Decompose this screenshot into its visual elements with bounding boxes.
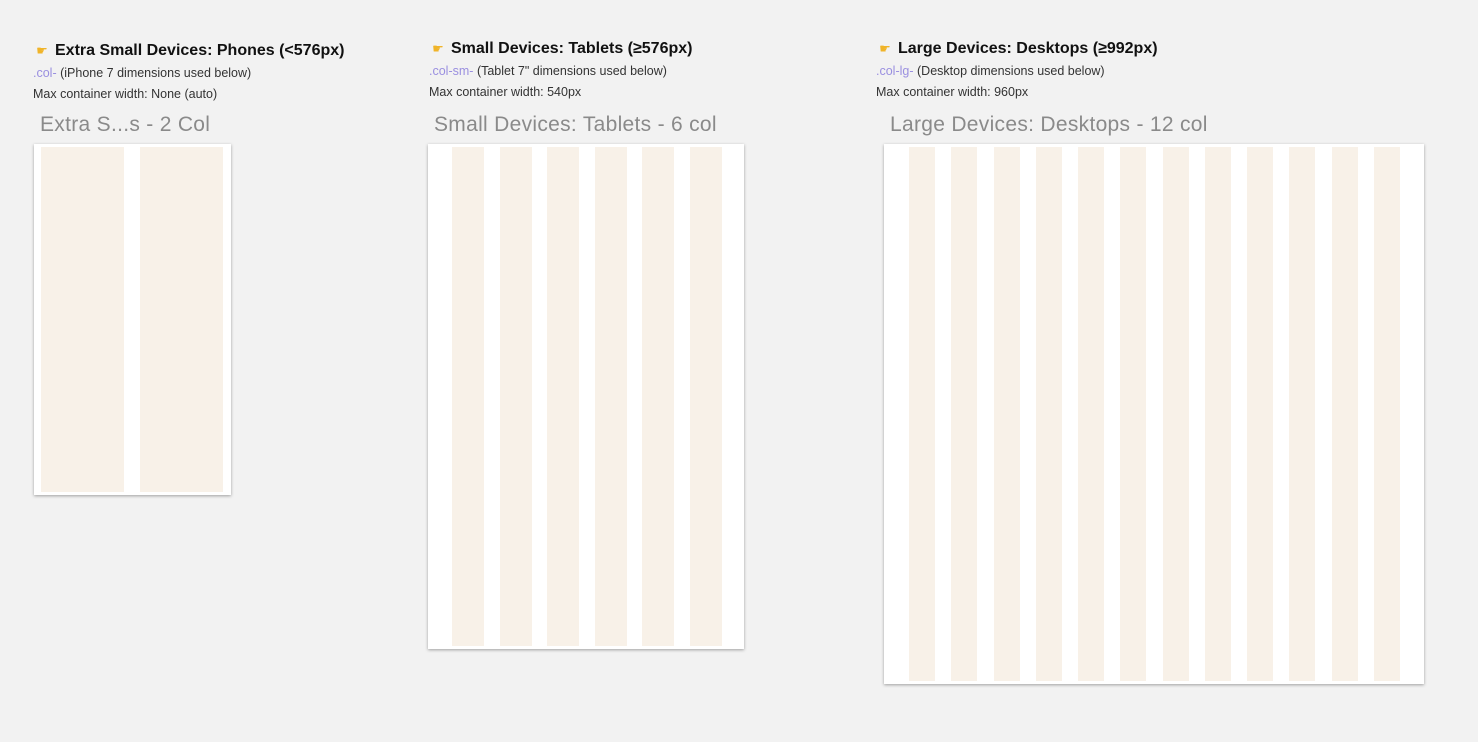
grid-column	[41, 147, 124, 492]
section-sm-title: Small Devices: Tablets (≥576px)	[451, 40, 693, 57]
frame-xs[interactable]	[34, 144, 231, 495]
grid-column	[1332, 147, 1358, 681]
section-sm-max-width: Max container width: 540px	[429, 85, 582, 99]
grid-column	[1289, 147, 1315, 681]
grid-column	[909, 147, 935, 681]
grid-column	[1163, 147, 1189, 681]
frame-sm[interactable]	[428, 144, 744, 649]
section-lg-max-width: Max container width: 960px	[876, 85, 1029, 99]
section-sm-note: (Tablet 7" dimensions used below)	[476, 64, 667, 78]
frame-sm-label: Small Devices: Tablets - 6 col	[434, 113, 717, 136]
section-lg-header: ☛ Large Devices: Desktops (≥992px) .col-…	[876, 39, 1158, 101]
grid-column	[140, 147, 223, 492]
section-xs-class-name: .col-	[33, 66, 57, 80]
section-lg-note: (Desktop dimensions used below)	[917, 64, 1105, 78]
section-xs-max-width: Max container width: None (auto)	[33, 87, 218, 101]
grid-column	[690, 147, 722, 646]
frame-xs-label: Extra S...s - 2 Col	[40, 113, 211, 136]
section-xs-title-row: ☛ Extra Small Devices: Phones (<576px)	[33, 41, 344, 61]
grid-column	[951, 147, 977, 681]
section-sm-title-row: ☛ Small Devices: Tablets (≥576px)	[429, 39, 692, 59]
grid-column	[1120, 147, 1146, 681]
frame-lg-label: Large Devices: Desktops - 12 col	[890, 113, 1208, 136]
section-xs-header: ☛ Extra Small Devices: Phones (<576px) .…	[33, 41, 344, 103]
section-lg-title: Large Devices: Desktops (≥992px)	[898, 40, 1158, 57]
grid-column	[1374, 147, 1400, 681]
grid-column	[547, 147, 579, 646]
section-lg-class-name: .col-lg-	[876, 64, 914, 78]
grid-column	[500, 147, 532, 646]
pointing-hand-icon: ☛	[432, 41, 444, 56]
grid-column	[1078, 147, 1104, 681]
section-lg-title-row: ☛ Large Devices: Desktops (≥992px)	[876, 39, 1158, 59]
pointing-hand-icon: ☛	[879, 41, 891, 56]
grid-column	[1036, 147, 1062, 681]
grid-column	[642, 147, 674, 646]
grid-column	[452, 147, 484, 646]
frame-lg[interactable]	[884, 144, 1424, 684]
section-sm-classline: .col-sm- (Tablet 7" dimensions used belo…	[429, 62, 692, 80]
section-sm-header: ☛ Small Devices: Tablets (≥576px) .col-s…	[429, 39, 692, 101]
grid-column	[1205, 147, 1231, 681]
grid-column	[595, 147, 627, 646]
section-lg-classline: .col-lg- (Desktop dimensions used below)	[876, 62, 1158, 80]
section-xs-note: (iPhone 7 dimensions used below)	[60, 66, 252, 80]
pointing-hand-icon: ☛	[36, 43, 48, 58]
section-xs-title: Extra Small Devices: Phones (<576px)	[55, 42, 345, 59]
grid-column	[994, 147, 1020, 681]
section-xs-classline: .col- (iPhone 7 dimensions used below)	[33, 64, 344, 82]
grid-column	[1247, 147, 1273, 681]
section-sm-class-name: .col-sm-	[429, 64, 474, 78]
